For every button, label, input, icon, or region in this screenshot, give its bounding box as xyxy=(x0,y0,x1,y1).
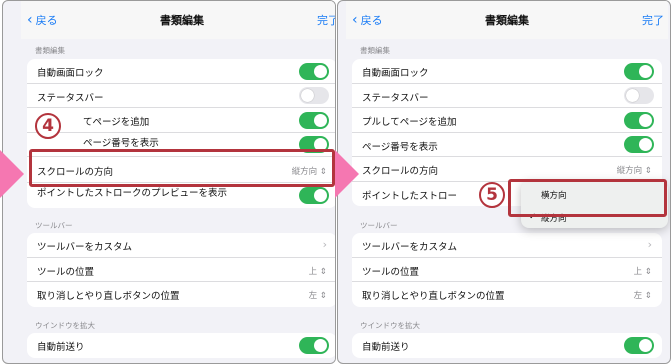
auto-advance-toggle[interactable] xyxy=(299,336,329,354)
row-label: てページを追加 xyxy=(83,117,150,128)
row-status-bar: ステータスバー xyxy=(352,84,662,108)
row-label: 自動画面ロック xyxy=(362,68,429,79)
row-label: ツールバーをカスタム xyxy=(37,242,133,253)
pull-add-page-toggle[interactable] xyxy=(299,111,329,129)
toolbar-group: ツールバーをカスタム › ツールの位置 上 ⇕ 取り消しとやり直しボタンの位置 … xyxy=(352,233,662,307)
row-label: ツールの位置 xyxy=(37,266,95,278)
row-label: ステータスバー xyxy=(37,92,104,104)
right-panel: ‹ 戻る 書類編集 完了 書類編集 自動画面ロック ステータスバー プルしてペー… xyxy=(337,0,671,364)
done-button[interactable]: 完了 xyxy=(642,12,664,28)
page-title: 書類編集 xyxy=(485,14,529,27)
navigation-bar: ‹ 戻る 書類編集 完了 xyxy=(21,1,335,39)
left-panel: ‹ 戻る 書類編集 完了 書類編集 自動画面ロック ステータスバー てページを追… xyxy=(2,0,336,364)
section-label-toolbar: ツールバー xyxy=(35,221,73,230)
auto-lock-toggle[interactable] xyxy=(624,62,654,80)
row-label: ページ番号を表示 xyxy=(362,141,438,153)
page-number-toggle[interactable] xyxy=(624,136,654,153)
left-pink-arrow-icon xyxy=(0,150,24,198)
row-scroll-direction[interactable]: スクロールの方向 縦方向 ⇕ xyxy=(352,157,662,182)
row-pull-add-page: てページを追加 xyxy=(27,108,335,133)
window-zoom-group: 自動前送り xyxy=(27,333,335,358)
row-page-number: ページ番号を表示 xyxy=(352,133,662,157)
scroll-direction-highlight xyxy=(29,149,335,187)
row-label: ポイントしたストロー xyxy=(362,190,458,202)
section-label-window-zoom: ウインドウを拡大 xyxy=(360,321,420,330)
auto-lock-toggle[interactable] xyxy=(299,62,329,80)
row-tool-position[interactable]: ツールの位置 上 ⇕ xyxy=(352,258,662,282)
scroll-direction-value[interactable]: 縦方向 ⇕ xyxy=(617,164,652,176)
window-zoom-group: 自動前送り xyxy=(352,333,662,358)
right-pink-arrow-icon xyxy=(335,150,359,198)
row-label: ツールの位置 xyxy=(362,266,420,278)
row-auto-advance: 自動前送り xyxy=(352,333,662,358)
section-label-window-zoom: ウインドウを拡大 xyxy=(35,321,95,330)
row-auto-lock: 自動画面ロック xyxy=(27,59,335,84)
row-undo-redo-position[interactable]: 取り消しとやり直しボタンの位置 左 ⇕ xyxy=(352,282,662,307)
auto-advance-toggle[interactable] xyxy=(624,336,654,354)
row-auto-advance: 自動前送り xyxy=(27,333,335,358)
row-label: スクロールの方向 xyxy=(362,166,439,177)
undo-redo-value[interactable]: 左 ⇕ xyxy=(634,289,652,301)
left-screen: ‹ 戻る 書類編集 完了 書類編集 自動画面ロック ステータスバー てページを追… xyxy=(21,1,335,363)
step-5-badge: 5 xyxy=(479,182,505,208)
row-auto-lock: 自動画面ロック xyxy=(352,59,662,84)
chevron-right-icon: › xyxy=(647,238,652,251)
row-label: ポイントしたストロークのプレビューを表示 xyxy=(37,188,228,199)
done-button[interactable]: 完了 xyxy=(317,12,335,28)
right-screen: ‹ 戻る 書類編集 完了 書類編集 自動画面ロック ステータスバー プルしてペー… xyxy=(346,1,668,363)
row-pull-add-page: プルしてページを追加 xyxy=(352,108,662,133)
row-label: 取り消しとやり直しボタンの位置 xyxy=(362,291,505,302)
row-toolbar-customize[interactable]: ツールバーをカスタム › xyxy=(27,233,335,258)
tool-position-value[interactable]: 上 ⇕ xyxy=(634,265,652,277)
section-label-toolbar: ツールバー xyxy=(360,221,398,230)
row-status-bar: ステータスバー xyxy=(27,84,335,108)
horizontal-option-highlight xyxy=(508,179,667,217)
row-label: ステータスバー xyxy=(362,92,429,104)
undo-redo-value[interactable]: 左 ⇕ xyxy=(309,289,327,301)
row-label: 自動画面ロック xyxy=(37,68,104,79)
navigation-bar: ‹ 戻る 書類編集 完了 xyxy=(346,1,668,39)
row-toolbar-customize[interactable]: ツールバーをカスタム › xyxy=(352,233,662,258)
toolbar-group: ツールバーをカスタム › ツールの位置 上 ⇕ 取り消しとやり直しボタンの位置 … xyxy=(27,233,335,307)
step-4-badge: 4 xyxy=(35,113,61,139)
row-label: 自動前送り xyxy=(37,342,85,353)
row-label: プルしてページを追加 xyxy=(362,117,457,128)
row-label: 取り消しとやり直しボタンの位置 xyxy=(37,291,180,302)
row-tool-position[interactable]: ツールの位置 上 ⇕ xyxy=(27,258,335,282)
tool-position-value[interactable]: 上 ⇕ xyxy=(309,265,327,277)
section-label-doc-edit: 書類編集 xyxy=(35,46,65,55)
row-undo-redo-position[interactable]: 取り消しとやり直しボタンの位置 左 ⇕ xyxy=(27,282,335,307)
row-label: 自動前送り xyxy=(362,342,410,353)
row-label: ツールバーをカスタム xyxy=(362,242,458,253)
section-label-doc-edit: 書類編集 xyxy=(360,46,390,55)
pointed-stroke-toggle[interactable] xyxy=(299,186,329,204)
status-bar-toggle[interactable] xyxy=(299,87,329,104)
chevron-right-icon: › xyxy=(322,238,327,251)
status-bar-toggle[interactable] xyxy=(624,87,654,104)
page-title: 書類編集 xyxy=(160,14,204,27)
row-label: ページ番号を表示 xyxy=(83,137,159,149)
pull-add-page-toggle[interactable] xyxy=(624,111,654,129)
